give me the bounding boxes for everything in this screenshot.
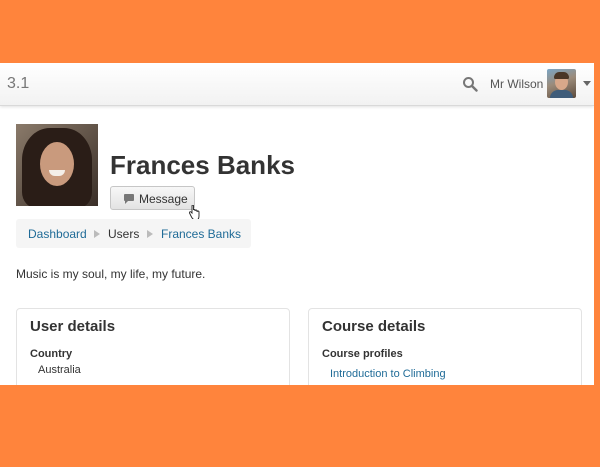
country-value: Australia: [38, 364, 81, 376]
message-button-label: Message: [139, 192, 188, 206]
profile-name: Frances Banks: [110, 150, 295, 180]
profile-picture: [16, 124, 98, 206]
top-navbar: 3.1 Mr Wilson: [0, 63, 594, 106]
breadcrumb-current[interactable]: Frances Banks: [161, 227, 241, 241]
breadcrumb-separator-icon: [94, 230, 100, 238]
chat-bubble-icon: [124, 194, 134, 204]
site-brand[interactable]: 3.1: [7, 75, 29, 93]
course-profiles-label: Course profiles: [322, 348, 403, 360]
breadcrumb-separator-icon: [147, 230, 153, 238]
course-link[interactable]: Introduction to Climbing: [330, 368, 446, 380]
search-icon[interactable]: [462, 76, 478, 92]
breadcrumb-dashboard[interactable]: Dashboard: [28, 227, 87, 241]
chevron-down-icon[interactable]: [583, 81, 591, 86]
user-details-card: User details Country Australia: [16, 308, 290, 385]
profile-description: Music is my soul, my life, my future.: [16, 267, 206, 281]
country-label: Country: [30, 348, 73, 360]
user-avatar[interactable]: [547, 69, 576, 98]
course-details-card: Course details Course profiles Introduct…: [308, 308, 582, 385]
user-menu-name[interactable]: Mr Wilson: [490, 77, 543, 91]
breadcrumb-users[interactable]: Users: [108, 227, 139, 241]
breadcrumb: Dashboard Users Frances Banks: [16, 219, 251, 248]
user-details-title: User details: [30, 318, 116, 335]
moodle-window: 3.1 Mr Wilson Frances Banks Message Dash…: [0, 63, 594, 385]
course-details-title: Course details: [322, 318, 426, 335]
message-button[interactable]: Message: [110, 186, 195, 210]
